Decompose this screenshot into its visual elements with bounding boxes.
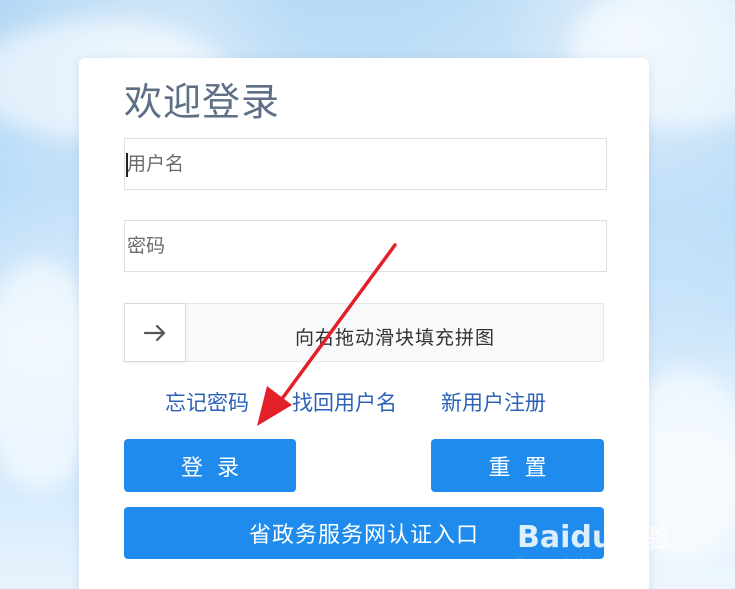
page-title: 欢迎登录 bbox=[124, 80, 281, 124]
watermark-product: 经验 bbox=[619, 524, 670, 553]
password-input[interactable] bbox=[125, 221, 606, 271]
username-field[interactable] bbox=[124, 138, 607, 190]
reset-button[interactable]: 重置 bbox=[431, 439, 604, 492]
captcha-slider-text: 向右拖动滑块填充拼图 bbox=[294, 326, 495, 349]
watermark-main-text: Baidu 经验 bbox=[517, 520, 669, 557]
arrow-right-icon bbox=[143, 324, 166, 341]
username-input[interactable] bbox=[125, 139, 606, 189]
forgot-password-link[interactable]: 忘记密码 bbox=[165, 388, 249, 418]
text-cursor bbox=[126, 153, 128, 177]
login-page: 欢迎登录 向右拖动滑块填充拼图 忘记密码 找回用户名 新用户注册 登录 重置 省… bbox=[0, 0, 735, 589]
watermark-brand-end: du bbox=[570, 520, 614, 555]
watermark-brand: Bai bbox=[517, 520, 571, 555]
register-link[interactable]: 新用户注册 bbox=[441, 388, 546, 418]
login-button[interactable]: 登录 bbox=[124, 439, 296, 492]
watermark-url: jingyan.baidu.com bbox=[517, 557, 628, 571]
captcha-slider-handle[interactable] bbox=[124, 303, 186, 362]
baidu-jingyan-watermark: Baidu 经验 jingyan.baidu.com bbox=[515, 520, 695, 576]
password-field[interactable] bbox=[124, 220, 607, 272]
retrieve-username-link[interactable]: 找回用户名 bbox=[292, 388, 397, 418]
